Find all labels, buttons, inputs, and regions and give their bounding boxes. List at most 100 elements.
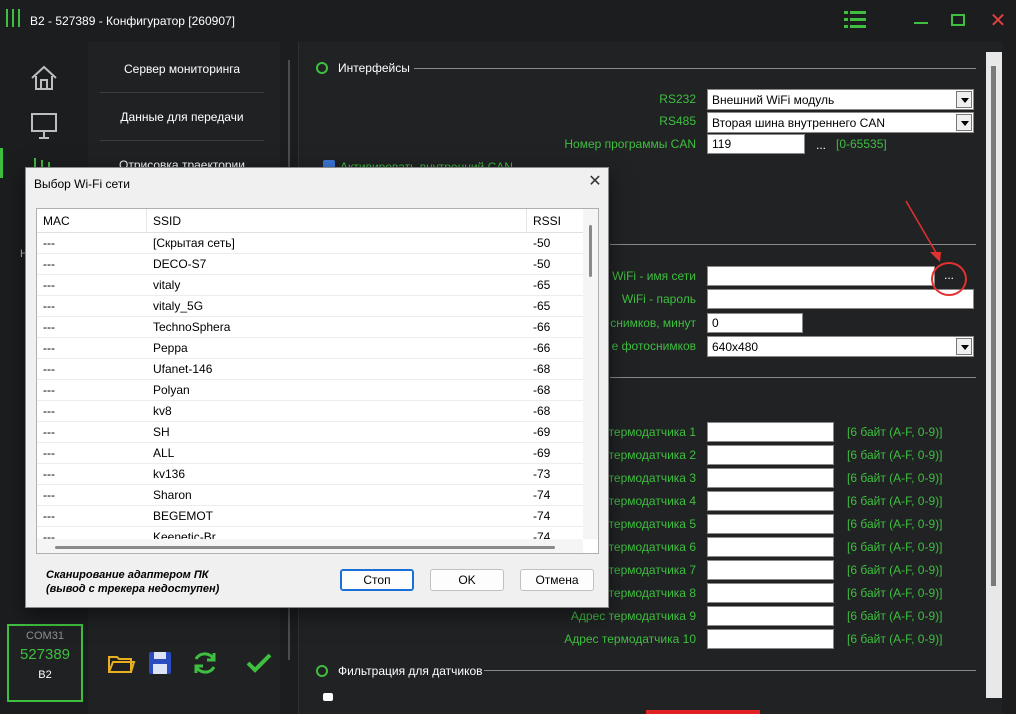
table-row[interactable]: --- BEGEMOT -74 xyxy=(37,506,583,527)
rs485-select[interactable]: Вторая шина внутреннего CAN xyxy=(707,112,974,133)
chevron-down-icon[interactable] xyxy=(956,91,972,108)
thermo-sensor-hint: [6 байт (A-F, 0-9)] xyxy=(847,471,943,485)
cell-rssi: -74 xyxy=(533,488,551,502)
can-program-dots-button[interactable]: ... xyxy=(806,136,836,156)
cell-rssi: -65 xyxy=(533,278,551,292)
apply-check-icon[interactable] xyxy=(244,648,274,678)
table-row[interactable]: --- vitaly -65 xyxy=(37,275,583,296)
home-icon[interactable] xyxy=(26,60,62,96)
cell-rssi: -50 xyxy=(533,236,551,250)
cell-ssid: Sharon xyxy=(153,488,192,502)
thermo-sensor-input[interactable] xyxy=(707,629,834,649)
cancel-button[interactable]: Отмена xyxy=(520,569,594,591)
table-row[interactable]: --- Polyan -68 xyxy=(37,380,583,401)
minimize-icon[interactable] xyxy=(908,8,936,34)
list-horizontal-thumb[interactable] xyxy=(55,546,555,549)
cell-mac: --- xyxy=(43,488,55,502)
menu-list-icon[interactable] xyxy=(842,8,870,34)
rs232-select[interactable]: Внешний WiFi модуль xyxy=(707,89,974,110)
thermo-sensor-input[interactable] xyxy=(707,468,834,488)
thermo-sensor-input[interactable] xyxy=(707,537,834,557)
list-vertical-scrollbar[interactable] xyxy=(583,209,598,539)
thermo-sensor-input[interactable] xyxy=(707,606,834,626)
thermo-sensor-input[interactable] xyxy=(707,422,834,442)
thermo-sensor-input[interactable] xyxy=(707,514,834,534)
wifi-ssid-input[interactable] xyxy=(707,266,935,286)
rs232-label: RS232 xyxy=(659,92,696,106)
stop-button[interactable]: Стоп xyxy=(340,569,414,591)
list-vertical-thumb[interactable] xyxy=(589,225,592,277)
cell-ssid: vitaly xyxy=(153,278,181,292)
refresh-icon[interactable] xyxy=(190,648,220,678)
dialog-close-icon[interactable]: ✕ xyxy=(586,173,604,191)
table-row[interactable]: --- SH -69 xyxy=(37,422,583,443)
monitor-icon[interactable] xyxy=(26,108,62,144)
table-row[interactable]: --- Sharon -74 xyxy=(37,485,583,506)
table-row[interactable]: --- kv8 -68 xyxy=(37,401,583,422)
photo-resolution-select[interactable]: 640x480 xyxy=(707,336,974,357)
wifi-select-dialog: Выбор Wi-Fi сети ✕ MAC SSID RSSI --- [Скр… xyxy=(25,167,609,608)
save-icon[interactable] xyxy=(145,648,175,678)
wifi-network-list[interactable]: MAC SSID RSSI --- [Скрытая сеть] -50 --- DEC… xyxy=(36,208,599,554)
chevron-down-icon[interactable] xyxy=(956,114,972,131)
thermo-sensor-hint: [6 байт (A-F, 0-9)] xyxy=(847,540,943,554)
photo-period-input[interactable]: 0 xyxy=(707,313,803,333)
device-status[interactable]: COM31 527389 B2 xyxy=(7,624,83,702)
menu-item-monitoring-server[interactable]: Сервер мониторинга xyxy=(100,46,264,93)
cell-rssi: -69 xyxy=(533,425,551,439)
thermo-sensor-hint: [6 байт (A-F, 0-9)] xyxy=(847,563,943,577)
cell-rssi: -74 xyxy=(533,509,551,523)
column-rssi[interactable]: RSSI xyxy=(527,209,583,233)
table-row[interactable]: --- TechnoSphera -66 xyxy=(37,317,583,338)
device-model: B2 xyxy=(38,669,52,681)
chevron-down-icon[interactable] xyxy=(956,338,972,355)
can-program-input[interactable]: 119 xyxy=(707,134,805,154)
thermo-sensor-hint: [6 байт (A-F, 0-9)] xyxy=(847,632,943,646)
cell-ssid: vitaly_5G xyxy=(153,299,204,313)
list-horizontal-scrollbar[interactable] xyxy=(37,539,583,553)
cell-mac: --- xyxy=(43,467,55,481)
table-row[interactable]: --- [Скрытая сеть] -50 xyxy=(37,233,583,254)
cell-mac: --- xyxy=(43,509,55,523)
thermo-sensor-input[interactable] xyxy=(707,560,834,580)
menu-item-transmit-data[interactable]: Данные для передачи xyxy=(100,94,264,141)
thermo-sensor-input[interactable] xyxy=(707,491,834,511)
cell-mac: --- xyxy=(43,383,55,397)
ok-button[interactable]: OK xyxy=(430,569,504,591)
cell-ssid: TechnoSphera xyxy=(153,320,231,334)
filter-checkbox[interactable] xyxy=(323,693,333,701)
scan-note-line1: Сканирование адаптером ПК xyxy=(46,569,209,581)
device-port: COM31 xyxy=(26,630,64,642)
column-mac[interactable]: MAC xyxy=(37,209,147,233)
can-program-hint: [0-65535] xyxy=(836,137,887,151)
main-scrollbar-thumb[interactable] xyxy=(991,66,996,586)
thermo-sensor-hint: [6 байт (A-F, 0-9)] xyxy=(847,609,943,623)
table-row[interactable]: --- ALL -69 xyxy=(37,443,583,464)
table-row[interactable]: --- Peppa -66 xyxy=(37,338,583,359)
cell-rssi: -65 xyxy=(533,299,551,313)
table-row[interactable]: --- vitaly_5G -65 xyxy=(37,296,583,317)
table-row[interactable]: --- Ufanet-146 -68 xyxy=(37,359,583,380)
table-row[interactable]: --- DECO-S7 -50 xyxy=(37,254,583,275)
cell-ssid: BEGEMOT xyxy=(153,509,214,523)
main-scrollbar[interactable] xyxy=(986,52,1002,698)
wifi-password-input[interactable] xyxy=(707,289,974,309)
list-header: MAC SSID RSSI xyxy=(37,209,583,233)
table-row[interactable]: --- kv136 -73 xyxy=(37,464,583,485)
maximize-icon[interactable] xyxy=(944,8,972,34)
open-folder-icon[interactable] xyxy=(106,648,136,678)
scan-note-line2: (вывод с трекера недоступен) xyxy=(46,583,220,595)
rs232-value: Внешний WiFi модуль xyxy=(712,93,835,107)
thermo-sensor-input[interactable] xyxy=(707,583,834,603)
cell-ssid: [Скрытая сеть] xyxy=(153,236,235,250)
thermo-sensor-input[interactable] xyxy=(707,445,834,465)
section-divider xyxy=(484,670,976,671)
cell-rssi: -66 xyxy=(533,341,551,355)
cell-ssid: DECO-S7 xyxy=(153,257,207,271)
section-filtering-title: Фильтрация для датчиков xyxy=(338,664,483,678)
column-ssid[interactable]: SSID xyxy=(147,209,527,233)
close-icon[interactable]: ✕ xyxy=(984,8,1012,34)
cell-mac: --- xyxy=(43,236,55,250)
rs485-value: Вторая шина внутреннего CAN xyxy=(712,116,886,130)
cell-ssid: Peppa xyxy=(153,341,188,355)
